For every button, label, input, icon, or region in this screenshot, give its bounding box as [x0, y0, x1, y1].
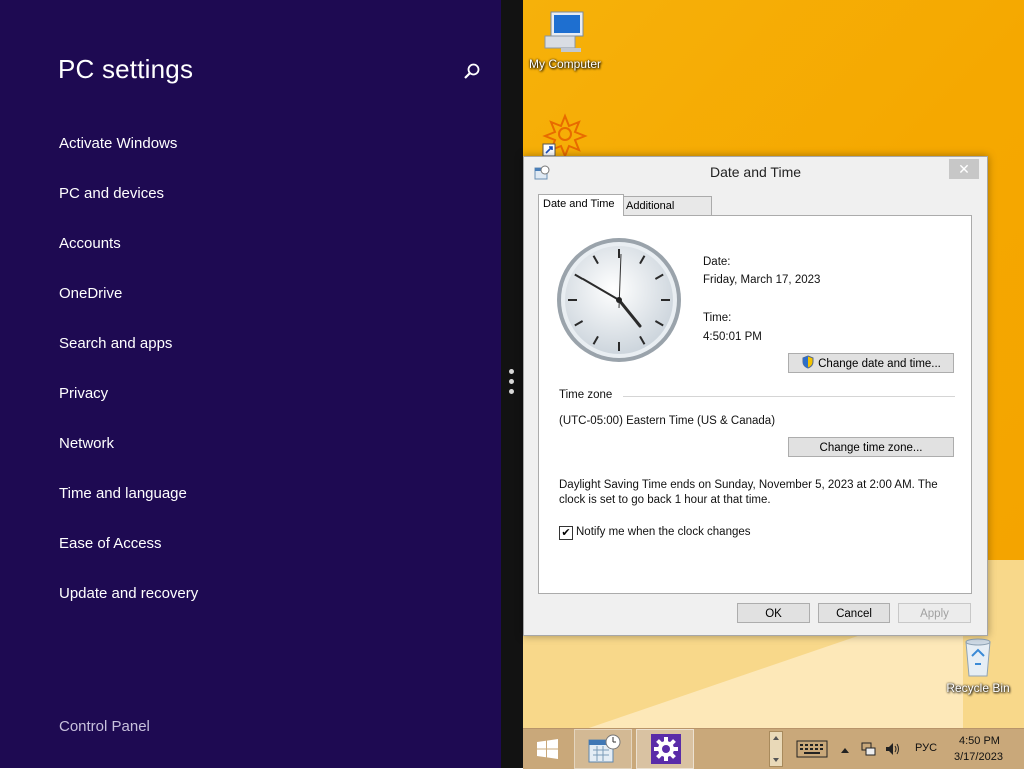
taskbar: РУС 4:50 PM 3/17/2023	[523, 728, 1024, 769]
menu-item-search-and-apps[interactable]: Search and apps	[59, 330, 198, 380]
date-value: Friday, March 17, 2023	[703, 274, 821, 286]
time-value: 4:50:01 PM	[703, 331, 762, 343]
desktop-icon-my-computer[interactable]: My Computer	[525, 10, 605, 71]
taskbar-scrollbar[interactable]	[769, 731, 783, 767]
gear-icon	[651, 734, 681, 764]
recycle-bin-icon	[965, 638, 991, 677]
menu-item-ease-of-access[interactable]: Ease of Access	[59, 530, 198, 580]
control-panel-link[interactable]: Control Panel	[59, 718, 150, 735]
clock-tray[interactable]: 4:50 PM 3/17/2023	[949, 733, 1015, 767]
computer-icon	[544, 11, 584, 52]
close-button[interactable]: ✕	[949, 159, 979, 179]
pc-settings-pane: PC settings Activate Windows PC and devi…	[0, 0, 501, 768]
timezone-value: (UTC-05:00) Eastern Time (US & Canada)	[559, 415, 776, 427]
tray-date: 3/17/2023	[954, 751, 1003, 763]
menu-item-onedrive[interactable]: OneDrive	[59, 280, 198, 330]
apply-button[interactable]: Apply	[898, 603, 971, 623]
ok-button[interactable]: OK	[737, 603, 810, 623]
desktop-icon-recycle-bin[interactable]: Recycle Bin	[938, 634, 1018, 695]
page-title: PC settings	[58, 54, 194, 84]
windows-logo-icon	[537, 739, 558, 759]
dst-notice-line1: Daylight Saving Time ends on Sunday, Nov…	[559, 479, 938, 491]
change-date-time-button[interactable]: Change date and time...	[788, 353, 954, 373]
taskbar-date-time-app[interactable]	[574, 729, 632, 769]
settings-menu: Activate Windows PC and devices Accounts…	[59, 130, 198, 630]
desktop-icon-label: Recycle Bin	[946, 681, 1010, 695]
timezone-divider	[623, 396, 955, 397]
tray-time: 4:50 PM	[959, 735, 1000, 747]
cancel-button[interactable]: Cancel	[818, 603, 890, 623]
menu-item-privacy[interactable]: Privacy	[59, 380, 198, 430]
language-indicator[interactable]: РУС	[915, 742, 937, 758]
touch-keyboard-icon[interactable]	[796, 739, 828, 759]
change-timezone-button[interactable]: Change time zone...	[788, 437, 954, 457]
volume-icon[interactable]	[884, 741, 902, 757]
change-date-time-label: Change date and time...	[818, 358, 941, 370]
tab-date-and-time[interactable]: Date and Time	[538, 194, 624, 216]
notify-checkbox-label[interactable]: Notify me when the clock changes	[576, 526, 751, 538]
menu-item-update-and-recovery[interactable]: Update and recovery	[59, 580, 198, 630]
analog-clock-icon	[557, 238, 681, 362]
scroll-arrows-icon	[773, 736, 779, 762]
menu-item-pc-and-devices[interactable]: PC and devices	[59, 180, 198, 230]
shortcut-flower-icon	[542, 113, 588, 159]
network-icon[interactable]	[860, 741, 876, 757]
tab-panel: Date: Friday, March 17, 2023 Time: 4:50:…	[538, 215, 972, 594]
time-label: Time:	[703, 312, 732, 324]
tab-additional-clocks[interactable]: Additional Clocks	[621, 196, 712, 230]
menu-item-network[interactable]: Network	[59, 430, 198, 480]
search-icon[interactable]	[462, 62, 482, 82]
desktop-icon-label: My Computer	[528, 57, 602, 71]
splitter-grip-handle[interactable]	[509, 369, 515, 399]
menu-item-activate-windows[interactable]: Activate Windows	[59, 130, 198, 180]
date-time-dialog: Date and Time ✕ Date and Time Additional…	[523, 156, 988, 636]
date-time-app-icon	[588, 734, 621, 763]
dst-notice-line2: clock is set to go back 1 hour at that t…	[559, 494, 771, 506]
show-hidden-icons-icon[interactable]	[840, 743, 850, 755]
notify-checkbox[interactable]: ✔	[559, 526, 573, 540]
menu-item-accounts[interactable]: Accounts	[59, 230, 198, 280]
start-button[interactable]	[527, 729, 567, 769]
timezone-heading: Time zone	[559, 389, 613, 401]
date-label: Date:	[703, 256, 731, 268]
uac-shield-icon	[802, 355, 814, 369]
taskbar-pc-settings-app[interactable]	[636, 729, 694, 769]
dialog-title: Date and Time	[709, 164, 802, 180]
dialog-titlebar[interactable]: Date and Time ✕	[524, 157, 987, 187]
snap-splitter[interactable]	[501, 0, 523, 768]
menu-item-time-and-language[interactable]: Time and language	[59, 480, 198, 530]
